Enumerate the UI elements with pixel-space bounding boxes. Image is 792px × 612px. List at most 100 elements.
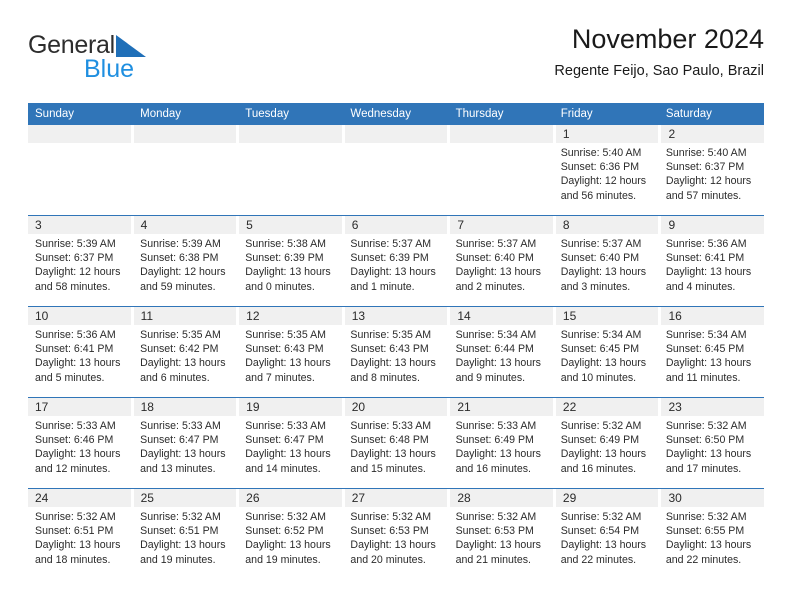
daylight-text-hours: Daylight: 13 hours <box>665 539 752 552</box>
day-cell[interactable]: Sunrise: 5:33 AM Sunset: 6:46 PM Daylight:… <box>28 416 133 488</box>
daylight-text-minutes: and 7 minutes. <box>245 371 315 384</box>
calendar-weeks: 1 2 Sunrise: 5:40 AM Sunset: 6:36 PM Dayligh… <box>28 125 764 579</box>
day-cell[interactable]: Sunrise: 5:32 AM Sunset: 6:53 PM Daylight:… <box>449 507 554 579</box>
day-cell[interactable]: Sunrise: 5:34 AM Sunset: 6:44 PM Daylight:… <box>449 325 554 397</box>
day-cell[interactable]: Sunrise: 5:32 AM Sunset: 6:55 PM Daylight:… <box>659 507 764 579</box>
daylight-text-hours: Daylight: 13 hours <box>245 357 331 370</box>
day-number[interactable]: 16 <box>661 307 764 325</box>
day-detail-band: Sunrise: 5:33 AM Sunset: 6:46 PM Daylight:… <box>28 416 764 488</box>
day-cell[interactable]: Sunrise: 5:33 AM Sunset: 6:48 PM Daylight:… <box>343 416 448 488</box>
day-number[interactable]: 3 <box>28 216 134 234</box>
day-cell[interactable]: Sunrise: 5:33 AM Sunset: 6:47 PM Daylight:… <box>133 416 238 488</box>
day-cell[interactable]: Sunrise: 5:40 AM Sunset: 6:37 PM Daylight:… <box>659 143 764 215</box>
calendar-table: Sunday Monday Tuesday Wednesday Thursday Frid… <box>28 103 764 579</box>
day-number[interactable]: 13 <box>345 307 451 325</box>
day-number[interactable]: 15 <box>556 307 662 325</box>
day-number[interactable]: 25 <box>134 489 240 507</box>
daylight-text-minutes: and 22 minutes. <box>665 553 742 566</box>
day-cell-empty <box>28 143 133 215</box>
day-cell[interactable]: Sunrise: 5:32 AM Sunset: 6:54 PM Daylight:… <box>554 507 659 579</box>
day-number[interactable]: 27 <box>345 489 451 507</box>
daylight-text-hours: Daylight: 13 hours <box>455 539 541 552</box>
day-cell[interactable]: Sunrise: 5:38 AM Sunset: 6:39 PM Daylight:… <box>238 234 343 306</box>
day-cell-empty <box>449 143 554 215</box>
sunrise-text: Sunrise: 5:32 AM <box>350 511 432 523</box>
daylight-text-hours: Daylight: 13 hours <box>35 448 121 461</box>
day-cell[interactable]: Sunrise: 5:32 AM Sunset: 6:52 PM Daylight:… <box>238 507 343 579</box>
weekday-header-thursday: Thursday <box>455 108 504 120</box>
calendar-week-row: 1 2 Sunrise: 5:40 AM Sunset: 6:36 PM Dayligh… <box>28 125 764 215</box>
day-cell[interactable]: Sunrise: 5:32 AM Sunset: 6:53 PM Daylight:… <box>343 507 448 579</box>
day-cell[interactable]: Sunrise: 5:34 AM Sunset: 6:45 PM Daylight:… <box>659 325 764 397</box>
day-number[interactable]: 4 <box>134 216 240 234</box>
daylight-text-minutes: and 1 minute. <box>350 280 415 293</box>
day-number[interactable]: 19 <box>239 398 345 416</box>
sunrise-text: Sunrise: 5:37 AM <box>350 238 432 250</box>
sunrise-text: Sunrise: 5:35 AM <box>140 329 221 341</box>
day-number[interactable]: 2 <box>661 125 764 143</box>
day-number-empty <box>133 125 240 143</box>
day-number-empty <box>239 125 345 143</box>
day-cell[interactable]: Sunrise: 5:40 AM Sunset: 6:36 PM Daylight:… <box>554 143 659 215</box>
day-number[interactable]: 30 <box>661 489 764 507</box>
day-cell[interactable]: Sunrise: 5:32 AM Sunset: 6:51 PM Daylight:… <box>133 507 238 579</box>
sunrise-text: Sunrise: 5:34 AM <box>560 329 642 341</box>
day-number[interactable]: 5 <box>239 216 345 234</box>
day-detail-band: Sunrise: 5:39 AM Sunset: 6:37 PM Daylight:… <box>28 234 764 306</box>
day-cell-empty <box>133 143 238 215</box>
day-number[interactable]: 10 <box>28 307 134 325</box>
day-number[interactable]: 28 <box>450 489 556 507</box>
day-cell[interactable]: Sunrise: 5:37 AM Sunset: 6:40 PM Daylight:… <box>449 234 554 306</box>
day-number[interactable]: 6 <box>345 216 451 234</box>
day-number[interactable]: 9 <box>661 216 764 234</box>
day-number[interactable]: 8 <box>556 216 662 234</box>
sunrise-text: Sunrise: 5:32 AM <box>35 511 116 523</box>
sunrise-text: Sunrise: 5:36 AM <box>35 329 116 341</box>
day-cell[interactable]: Sunrise: 5:37 AM Sunset: 6:39 PM Daylight:… <box>343 234 448 306</box>
day-cell[interactable]: Sunrise: 5:37 AM Sunset: 6:40 PM Daylight:… <box>554 234 659 306</box>
day-number[interactable]: 29 <box>556 489 662 507</box>
day-cell[interactable]: Sunrise: 5:35 AM Sunset: 6:42 PM Daylight:… <box>133 325 238 397</box>
day-number[interactable]: 1 <box>556 125 662 143</box>
day-cell[interactable]: Sunrise: 5:34 AM Sunset: 6:45 PM Daylight:… <box>554 325 659 397</box>
day-number[interactable]: 18 <box>134 398 240 416</box>
day-detail-band: Sunrise: 5:40 AM Sunset: 6:36 PM Daylight:… <box>28 143 764 215</box>
day-cell[interactable]: Sunrise: 5:33 AM Sunset: 6:49 PM Daylight:… <box>449 416 554 488</box>
day-cell[interactable]: Sunrise: 5:39 AM Sunset: 6:37 PM Daylight:… <box>28 234 133 306</box>
day-cell-empty <box>343 143 448 215</box>
day-cell[interactable]: Sunrise: 5:39 AM Sunset: 6:38 PM Daylight:… <box>133 234 238 306</box>
day-number[interactable]: 14 <box>450 307 556 325</box>
day-cell[interactable]: Sunrise: 5:35 AM Sunset: 6:43 PM Daylight:… <box>343 325 448 397</box>
daylight-text-hours: Daylight: 13 hours <box>455 357 541 370</box>
day-number[interactable]: 7 <box>450 216 556 234</box>
day-number[interactable]: 17 <box>28 398 134 416</box>
day-number[interactable]: 26 <box>239 489 345 507</box>
weekday-header-sunday: Sunday <box>35 108 75 120</box>
day-cell[interactable]: Sunrise: 5:33 AM Sunset: 6:47 PM Daylight:… <box>238 416 343 488</box>
daylight-text-hours: Daylight: 13 hours <box>455 448 541 461</box>
daylight-text-hours: Daylight: 12 hours <box>35 266 121 279</box>
day-number[interactable]: 23 <box>661 398 764 416</box>
day-number[interactable]: 12 <box>239 307 345 325</box>
day-cell[interactable]: Sunrise: 5:36 AM Sunset: 6:41 PM Daylight:… <box>659 234 764 306</box>
day-number[interactable]: 22 <box>556 398 662 416</box>
sunset-text: Sunset: 6:53 PM <box>350 525 429 538</box>
day-number[interactable]: 24 <box>28 489 134 507</box>
day-cell[interactable]: Sunrise: 5:32 AM Sunset: 6:49 PM Daylight:… <box>554 416 659 488</box>
day-cell[interactable]: Sunrise: 5:32 AM Sunset: 6:51 PM Daylight:… <box>28 507 133 579</box>
sunset-text: Sunset: 6:37 PM <box>35 252 114 265</box>
sunrise-text: Sunrise: 5:32 AM <box>665 511 747 523</box>
daylight-text-minutes: and 18 minutes. <box>35 553 111 566</box>
day-number[interactable]: 11 <box>134 307 240 325</box>
day-number[interactable]: 20 <box>345 398 451 416</box>
sunrise-text: Sunrise: 5:32 AM <box>455 511 537 523</box>
general-blue-logo[interactable]: General Blue <box>28 30 258 86</box>
sunset-text: Sunset: 6:51 PM <box>140 525 219 538</box>
daylight-text-hours: Daylight: 13 hours <box>560 357 647 370</box>
sunset-text: Sunset: 6:44 PM <box>455 343 534 356</box>
day-cell[interactable]: Sunrise: 5:36 AM Sunset: 6:41 PM Daylight:… <box>28 325 133 397</box>
day-cell[interactable]: Sunrise: 5:35 AM Sunset: 6:43 PM Daylight:… <box>238 325 343 397</box>
day-number[interactable]: 21 <box>450 398 556 416</box>
sunrise-text: Sunrise: 5:33 AM <box>35 420 116 432</box>
day-cell[interactable]: Sunrise: 5:32 AM Sunset: 6:50 PM Daylight:… <box>659 416 764 488</box>
